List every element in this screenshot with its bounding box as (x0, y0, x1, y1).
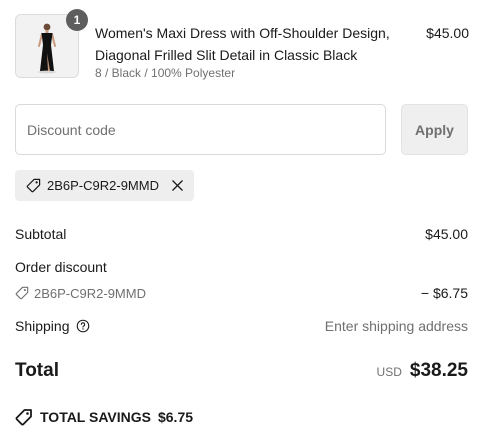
discount-code-row: 2B6P-C9R2-9MMD − $6.75 (15, 285, 468, 301)
shipping-value: Enter shipping address (324, 318, 468, 334)
applied-discount-chip: 2B6P-C9R2-9MMD (15, 170, 194, 201)
discount-code-input[interactable] (15, 104, 386, 155)
discount-code-line: 2B6P-C9R2-9MMD (15, 286, 146, 301)
subtotal-row: Subtotal $45.00 (15, 226, 468, 242)
subtotal-value: $45.00 (425, 226, 468, 242)
total-label: Total (15, 360, 59, 381)
savings-label: TOTAL SAVINGS (40, 409, 151, 425)
currency-code: USD (376, 365, 402, 379)
subtotal-label: Subtotal (15, 226, 67, 242)
total-savings: TOTAL SAVINGS $6.75 (15, 408, 193, 426)
tag-icon (26, 178, 41, 193)
discount-value: − $6.75 (420, 285, 468, 301)
help-icon[interactable] (76, 319, 90, 333)
total-row: Total USD $38.25 (15, 360, 468, 382)
close-icon[interactable] (171, 179, 184, 192)
tag-icon (15, 286, 29, 300)
shipping-label: Shipping (15, 318, 70, 334)
savings-tag-icon (15, 408, 33, 426)
shipping-label-group: Shipping (15, 318, 90, 334)
total-amount: USD $38.25 (377, 360, 468, 382)
shipping-row: Shipping Enter shipping address (15, 318, 468, 334)
line-item: 1 Women's Maxi Dress with Off-Shoulder D… (15, 9, 469, 82)
order-discount-row: Order discount (15, 259, 468, 275)
apply-button[interactable]: Apply (401, 104, 468, 155)
quantity-badge: 1 (66, 9, 88, 31)
product-name: Women's Maxi Dress with Off-Shoulder Des… (95, 25, 390, 63)
savings-value: $6.75 (157, 409, 194, 425)
product-price: $45.00 (426, 25, 469, 41)
discount-code-text: 2B6P-C9R2-9MMD (34, 285, 146, 301)
total-value: $38.25 (409, 360, 468, 381)
product-variant: 8 / Black / 100% Polyester (95, 66, 236, 80)
order-discount-label: Order discount (15, 259, 107, 275)
applied-code-text: 2B6P-C9R2-9MMD (47, 178, 159, 193)
